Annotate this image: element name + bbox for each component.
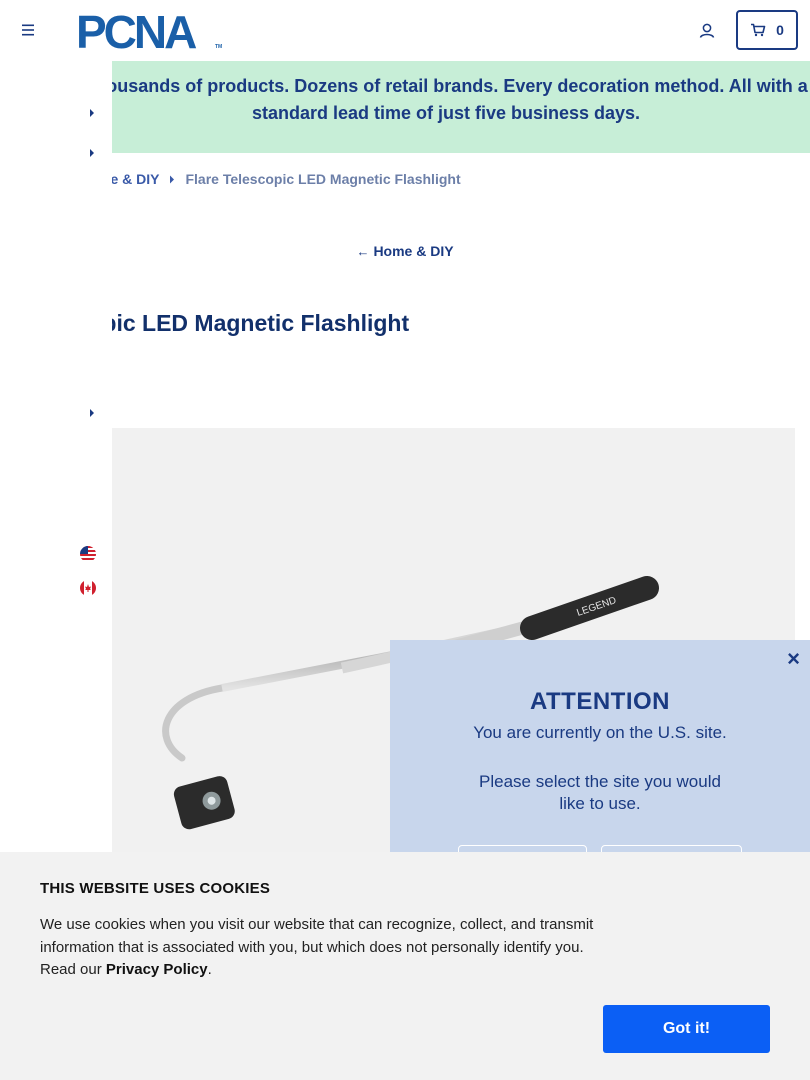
caret-right-icon[interactable]	[88, 406, 96, 418]
caret-right-icon[interactable]	[88, 146, 96, 158]
breadcrumb-separator-icon	[170, 175, 175, 183]
cookie-message: We use cookies when you visit our websit…	[40, 914, 605, 982]
attention-prompt-line1: Please select the site you would	[479, 772, 721, 791]
cookie-text-end: .	[207, 961, 212, 978]
cart-button[interactable]: 0	[736, 10, 798, 50]
site-selection-modal: × ATTENTION You are currently on the U.S…	[390, 640, 810, 885]
us-flag-icon[interactable]	[80, 546, 96, 562]
accept-cookies-button[interactable]: Got it!	[603, 1005, 770, 1053]
account-icon[interactable]	[696, 20, 718, 42]
breadcrumb-current: Flare Telescopic LED Magnetic Flashlight	[185, 171, 461, 187]
attention-title: ATTENTION	[529, 688, 671, 715]
attention-prompt-line2: like to use.	[559, 794, 641, 813]
logo-tm: TM	[215, 44, 222, 50]
back-link-label: Home & DIY	[373, 243, 454, 259]
canada-flag-icon[interactable]	[80, 580, 96, 596]
promo-text: Thousands of products. Dozens of retail …	[84, 76, 808, 123]
back-to-category-link[interactable]: ← Home & DIY	[0, 243, 810, 259]
arrow-left-icon: ←	[356, 244, 370, 259]
cookie-title: THIS WEBSITE USES COOKIES	[40, 880, 271, 897]
close-icon[interactable]: ×	[787, 646, 800, 672]
cookie-banner: THIS WEBSITE USES COOKIES We use cookies…	[0, 852, 810, 1080]
cart-icon	[751, 23, 766, 37]
breadcrumb: me & DIY Flare Telescopic LED Magnetic F…	[98, 171, 461, 187]
attention-current-site: You are currently on the U.S. site.	[473, 723, 727, 742]
caret-right-icon[interactable]	[88, 106, 96, 118]
hamburger-menu-icon[interactable]	[18, 20, 38, 40]
cart-count: 0	[776, 22, 784, 38]
pcna-logo[interactable]: PCNA TM	[76, 6, 226, 58]
logo-text: PCNA	[76, 11, 196, 51]
promo-banner: Thousands of products. Dozens of retail …	[84, 61, 810, 153]
privacy-policy-link[interactable]: Privacy Policy	[106, 961, 208, 978]
site-header: PCNA TM 0	[0, 0, 810, 61]
